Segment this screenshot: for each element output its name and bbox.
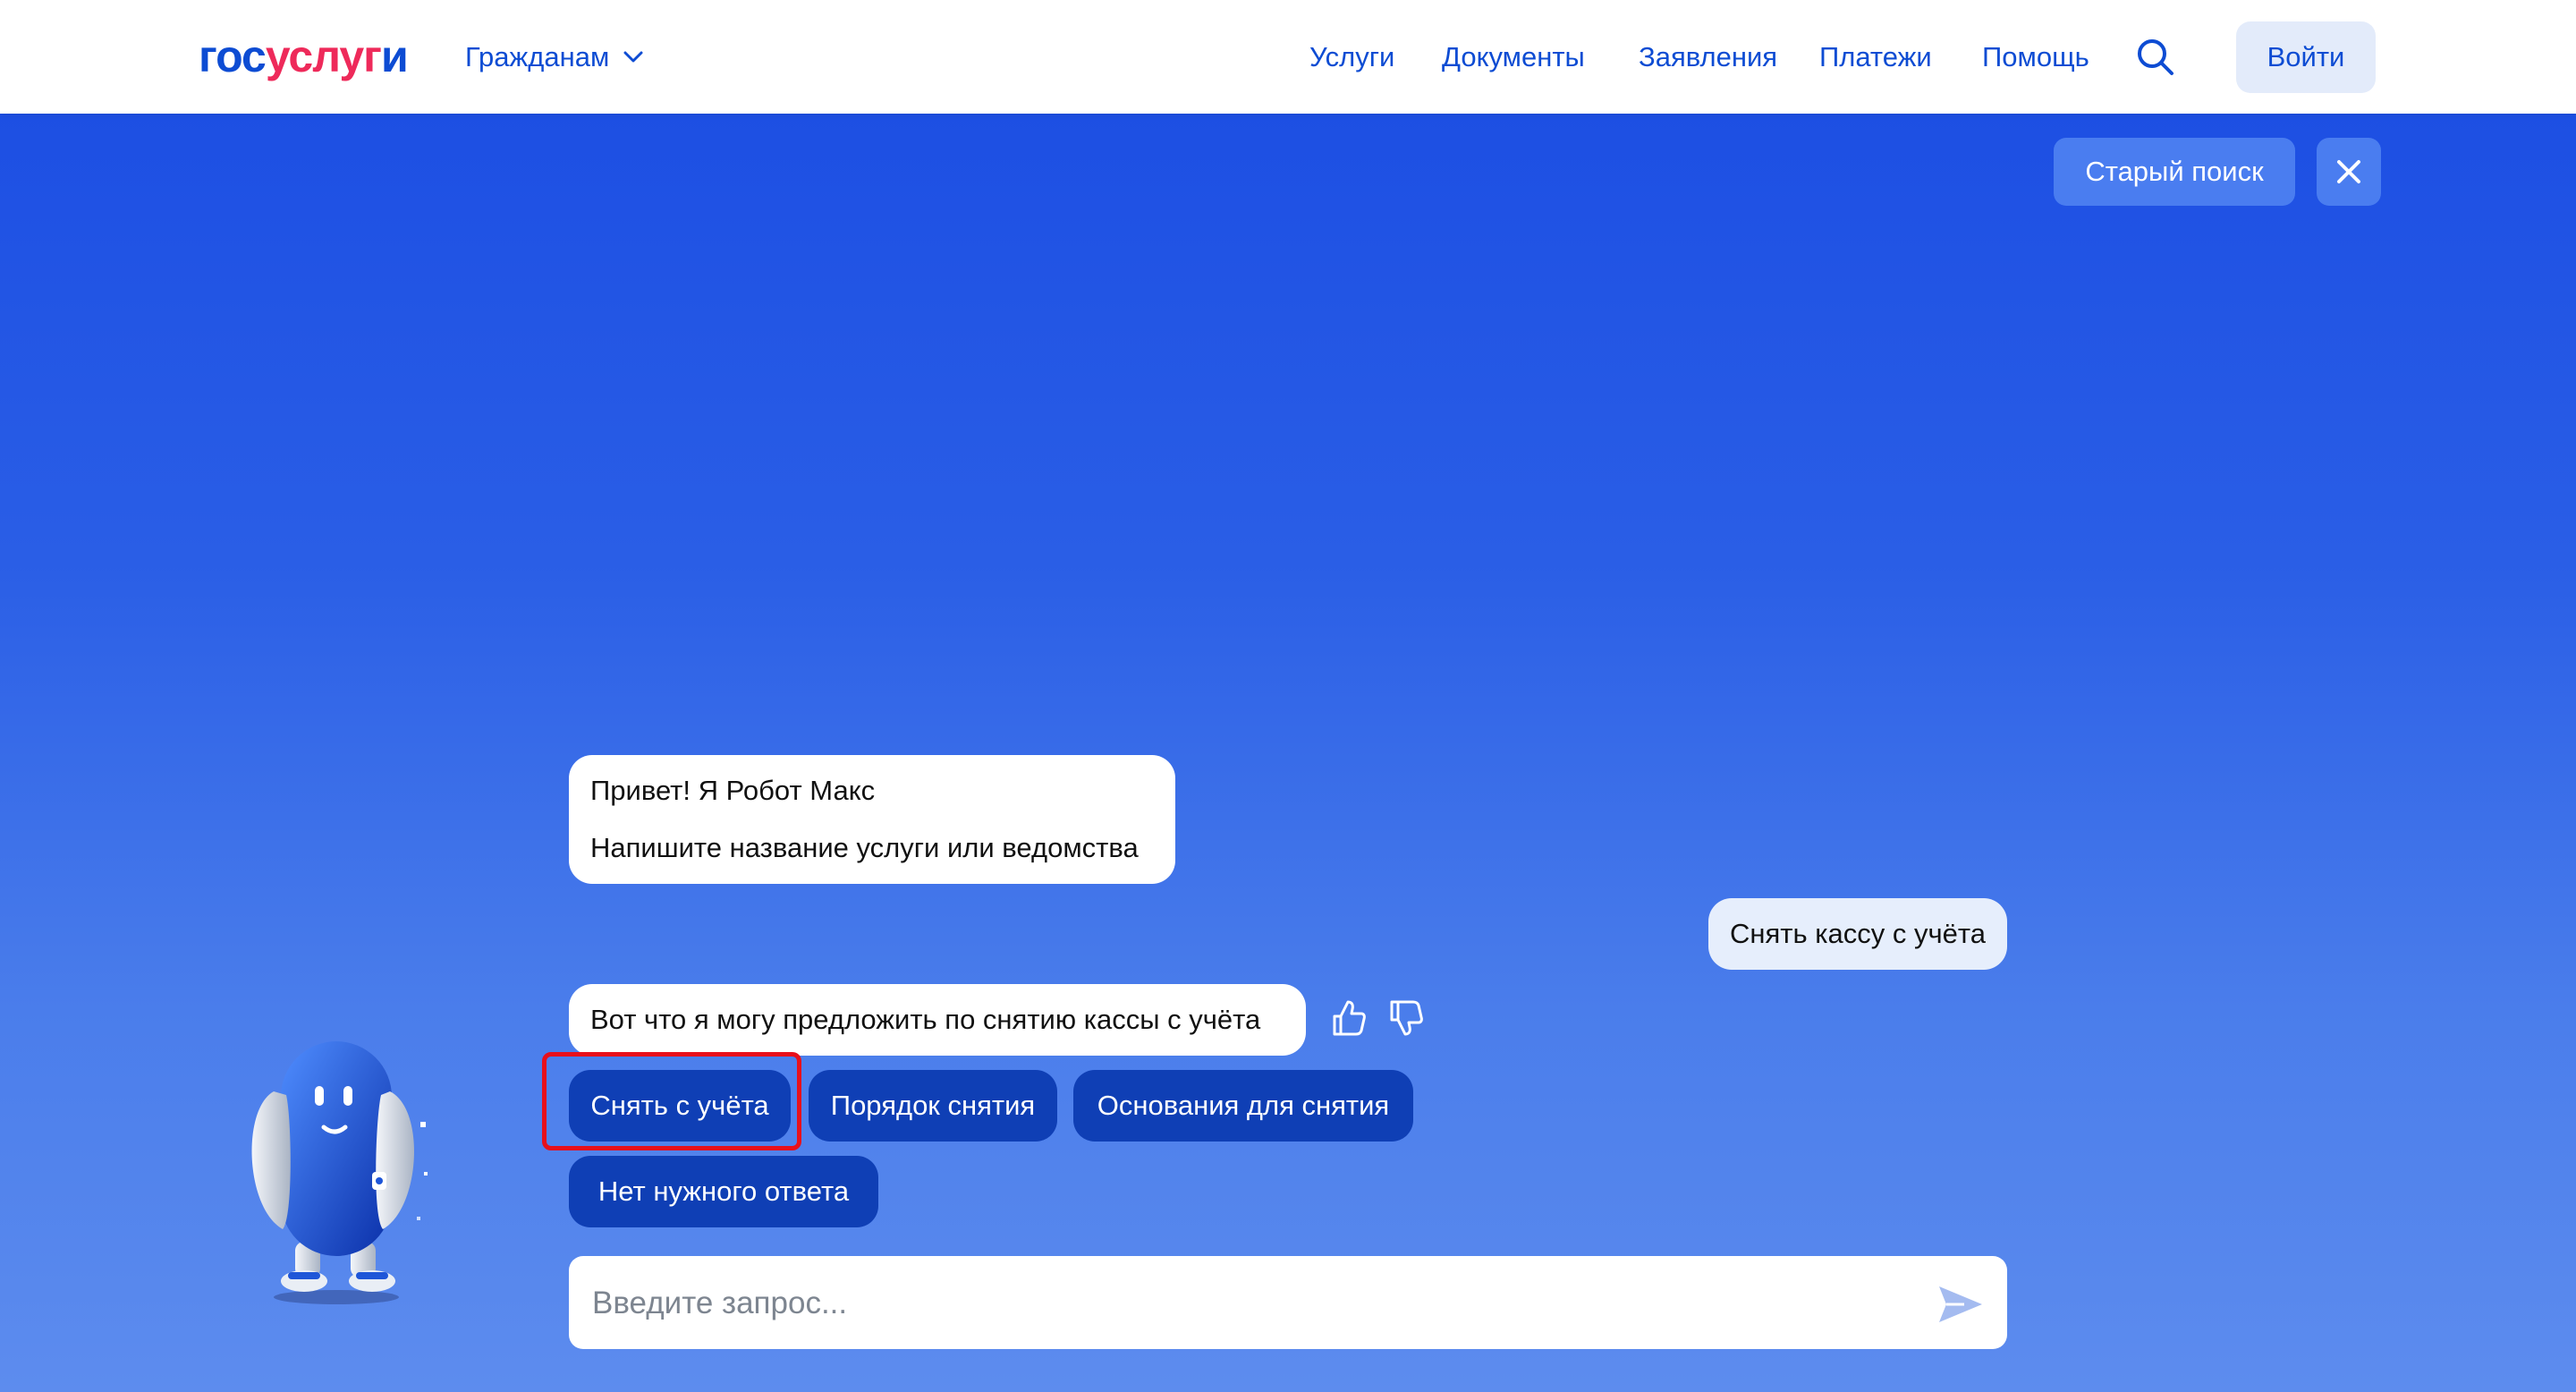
suggestion-grounds[interactable]: Основания для снятия bbox=[1073, 1070, 1413, 1142]
robot-max-mascot bbox=[251, 1041, 428, 1304]
login-button[interactable]: Войти bbox=[2236, 21, 2376, 93]
gosuslugi-logo[interactable]: госуслуги bbox=[199, 27, 409, 86]
close-button[interactable] bbox=[2317, 138, 2381, 206]
suggestion-no-answer[interactable]: Нет нужного ответа bbox=[569, 1156, 878, 1227]
logo-part-i: и bbox=[380, 31, 409, 81]
suggestion-deregister[interactable]: Снять с учёта bbox=[569, 1070, 791, 1142]
old-search-button[interactable]: Старый поиск bbox=[2054, 138, 2295, 206]
nav-item-applications[interactable]: Заявления bbox=[1639, 36, 1777, 79]
audience-label: Гражданам bbox=[465, 41, 610, 72]
greeting-line: Напишите название услуги или ведомства bbox=[590, 832, 1139, 863]
close-icon bbox=[2337, 160, 2360, 183]
nav-item-documents[interactable]: Документы bbox=[1442, 36, 1585, 79]
search-icon[interactable] bbox=[2136, 38, 2175, 77]
greeting-line: Привет! Я Робот Макс bbox=[590, 775, 876, 806]
logo-part-uslug: услуг bbox=[265, 31, 382, 81]
nav-item-payments[interactable]: Платежи bbox=[1819, 36, 1932, 79]
audience-dropdown[interactable]: Гражданам bbox=[465, 36, 643, 79]
logo-part-gos: гос bbox=[199, 31, 267, 81]
suggestion-procedure[interactable]: Порядок снятия bbox=[809, 1070, 1057, 1142]
bot-reply-message: Вот что я могу предложить по снятию касс… bbox=[569, 984, 1306, 1056]
nav-link-help[interactable]: Помощь bbox=[1982, 41, 2089, 73]
user-message: Снять кассу с учёта bbox=[1708, 898, 2007, 970]
chevron-down-icon bbox=[623, 51, 643, 63]
nav-item-help[interactable]: Помощь bbox=[1982, 36, 2089, 79]
nav-link-payments[interactable]: Платежи bbox=[1819, 41, 1932, 73]
site-header: госуслуги Гражданам Услуги Документы Зая… bbox=[0, 0, 2576, 114]
thumbs-up-icon[interactable] bbox=[1329, 998, 1368, 1038]
nav-link-services[interactable]: Услуги bbox=[1309, 41, 1394, 73]
nav-link-documents[interactable]: Документы bbox=[1442, 41, 1585, 73]
query-input[interactable] bbox=[590, 1256, 1900, 1351]
nav-link-applications[interactable]: Заявления bbox=[1639, 41, 1777, 73]
bot-greeting-message: Привет! Я Робот Макс Напишите название у… bbox=[569, 755, 1175, 884]
send-icon[interactable] bbox=[1937, 1283, 1984, 1326]
query-input-box bbox=[569, 1256, 2007, 1351]
nav-item-services[interactable]: Услуги bbox=[1309, 36, 1394, 79]
thumbs-down-icon[interactable] bbox=[1386, 998, 1426, 1038]
